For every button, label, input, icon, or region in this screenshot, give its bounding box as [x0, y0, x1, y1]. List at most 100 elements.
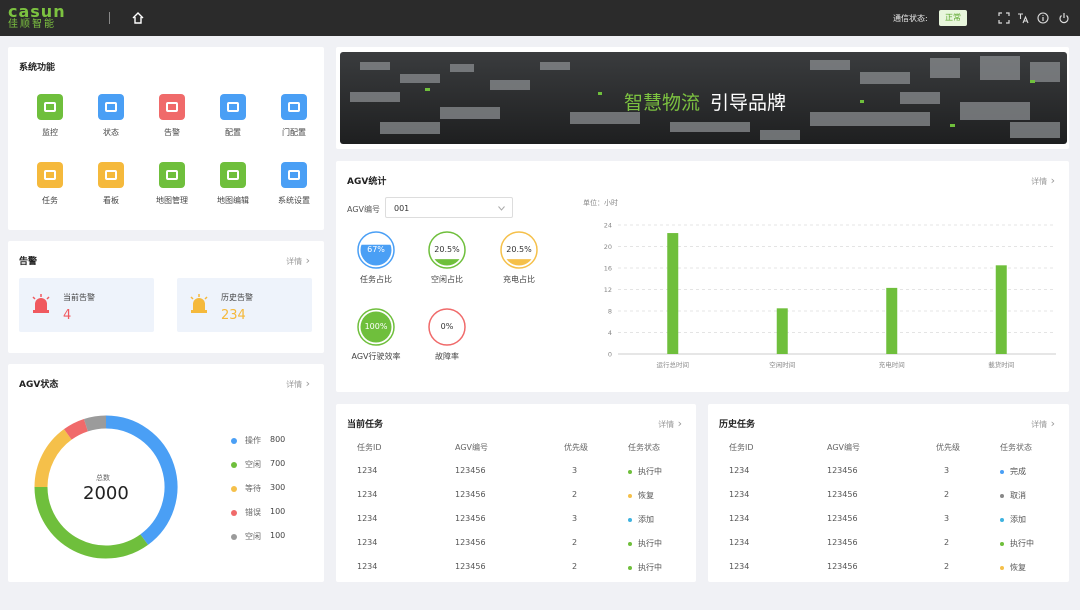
function-config[interactable]: 配置: [203, 94, 263, 138]
gauge-label: AGV行驶效率: [351, 352, 401, 361]
comm-status-badge: 正常: [939, 10, 967, 26]
donut-slice: [63, 418, 89, 440]
status-text: 执行中: [638, 467, 662, 476]
x-tick-label: 充电时间: [879, 360, 905, 369]
cell-priority: 2: [944, 562, 950, 571]
agv-number-select[interactable]: 001: [385, 197, 513, 218]
cell-status: 完成: [1000, 466, 1026, 477]
donut-total-label: 总数: [96, 474, 110, 482]
siren-icon: [32, 294, 50, 313]
current-alarm-box[interactable]: 当前告警 4: [19, 278, 154, 332]
status-dot: [628, 517, 632, 522]
alarm-detail-link[interactable]: 详情: [286, 254, 310, 267]
function-label: 看板: [103, 196, 119, 205]
card-title: 告警: [19, 257, 38, 267]
cell-id: 1234: [729, 466, 750, 475]
status-dot: [628, 493, 632, 498]
icon-glyph: [105, 170, 117, 180]
gauge-label: 充电占比: [503, 275, 535, 284]
translate-icon[interactable]: [1017, 12, 1029, 24]
fullscreen-icon[interactable]: [998, 12, 1010, 24]
cell-agv: 123456: [827, 538, 858, 547]
cell-status: 恢复: [1000, 562, 1026, 573]
alarm-icon: [159, 94, 185, 120]
config-icon: [220, 94, 246, 120]
y-tick-label: 12: [604, 286, 612, 294]
cell-priority: 3: [572, 466, 578, 475]
map-icon: [159, 162, 185, 188]
system-functions-card: 系统功能 监控 状态 告警 配置 门配置 任务 看板 地图管理 地图编辑 系统设置: [8, 47, 324, 230]
column-header: 任务状态: [1000, 443, 1032, 452]
y-tick-label: 4: [608, 329, 612, 337]
agv-status-detail-link[interactable]: 详情: [286, 377, 310, 390]
gauge-value: 20.5%: [506, 245, 532, 254]
function-monitor[interactable]: 监控: [20, 94, 80, 138]
info-icon[interactable]: [1037, 12, 1049, 24]
cell-priority: 2: [572, 490, 578, 499]
agv-stats-detail-link[interactable]: 详情: [1031, 174, 1055, 187]
function-map-edit[interactable]: 地图编辑: [203, 162, 263, 206]
cell-agv: 123456: [827, 514, 858, 523]
legend-item: 操作 800: [231, 435, 285, 446]
card-title: 历史任务: [719, 420, 756, 430]
home-icon[interactable]: [131, 11, 145, 25]
banner-slogan-green: 智慧物流: [624, 92, 701, 114]
power-icon[interactable]: [1058, 12, 1070, 24]
gauge-value: 100%: [364, 322, 388, 331]
function-gear[interactable]: 系统设置: [264, 162, 324, 206]
cell-id: 1234: [357, 490, 378, 499]
function-label: 门配置: [282, 128, 306, 137]
donut-slice: [34, 429, 72, 488]
icon-glyph: [44, 170, 56, 180]
agv-number-label: AGV编号: [347, 205, 381, 214]
current-tasks-detail-link[interactable]: 详情: [658, 417, 682, 430]
cell-agv: 123456: [827, 466, 858, 475]
history-siren-icon: [190, 294, 208, 313]
cell-id: 1234: [729, 562, 750, 571]
column-header: AGV编号: [827, 443, 861, 452]
cell-id: 1234: [729, 490, 750, 499]
function-door[interactable]: 门配置: [264, 94, 324, 138]
function-label: 地图管理: [156, 196, 188, 205]
bar: [667, 233, 679, 354]
column-header: 优先级: [564, 443, 588, 452]
legend-value: 300: [270, 483, 286, 492]
history-tasks-card: 历史任务 详情 任务ID AGV编号 优先级 任务状态 1234 123456 3 完成 123…: [708, 404, 1069, 582]
bar: [886, 287, 898, 354]
warehouse-banner-image: [340, 52, 1067, 144]
status-text: 恢复: [1010, 563, 1026, 572]
legend-name: 等待: [245, 484, 261, 493]
legend-name: 空闲: [245, 532, 261, 541]
icon-glyph: [227, 102, 239, 112]
history-tasks-detail-link[interactable]: 详情: [1031, 417, 1055, 430]
function-clipboard[interactable]: 任务: [20, 162, 80, 206]
legend-dot: [231, 485, 237, 492]
alarm-card: 告警 详情 当前告警 4 历史告警 234: [8, 241, 324, 353]
legend-dot: [231, 461, 237, 468]
cell-priority: 2: [944, 538, 950, 547]
function-board[interactable]: 看板: [81, 162, 141, 206]
function-map[interactable]: 地图管理: [142, 162, 202, 206]
y-tick-label: 0: [608, 351, 612, 359]
legend-dot: [231, 437, 237, 444]
icon-glyph: [166, 170, 178, 180]
cell-status: 执行中: [628, 562, 662, 573]
map-edit-icon: [220, 162, 246, 188]
logo-text-en: casun: [8, 2, 66, 21]
function-label: 系统设置: [278, 196, 310, 205]
legend-item: 等待 300: [231, 483, 285, 494]
legend-value: 100: [270, 531, 286, 540]
cell-agv: 123456: [827, 490, 858, 499]
history-alarm-box[interactable]: 历史告警 234: [177, 278, 312, 332]
function-pulse[interactable]: 状态: [81, 94, 141, 138]
status-text: 恢复: [638, 491, 654, 500]
gauge-value: 67%: [367, 245, 385, 254]
legend-value: 700: [270, 459, 286, 468]
y-tick-label: 8: [608, 308, 612, 316]
status-dot: [1000, 541, 1004, 546]
status-text: 添加: [1010, 515, 1026, 524]
bar: [995, 265, 1007, 354]
x-tick-label: 运行总时间: [657, 360, 690, 369]
monitor-icon: [37, 94, 63, 120]
function-alarm[interactable]: 告警: [142, 94, 202, 138]
